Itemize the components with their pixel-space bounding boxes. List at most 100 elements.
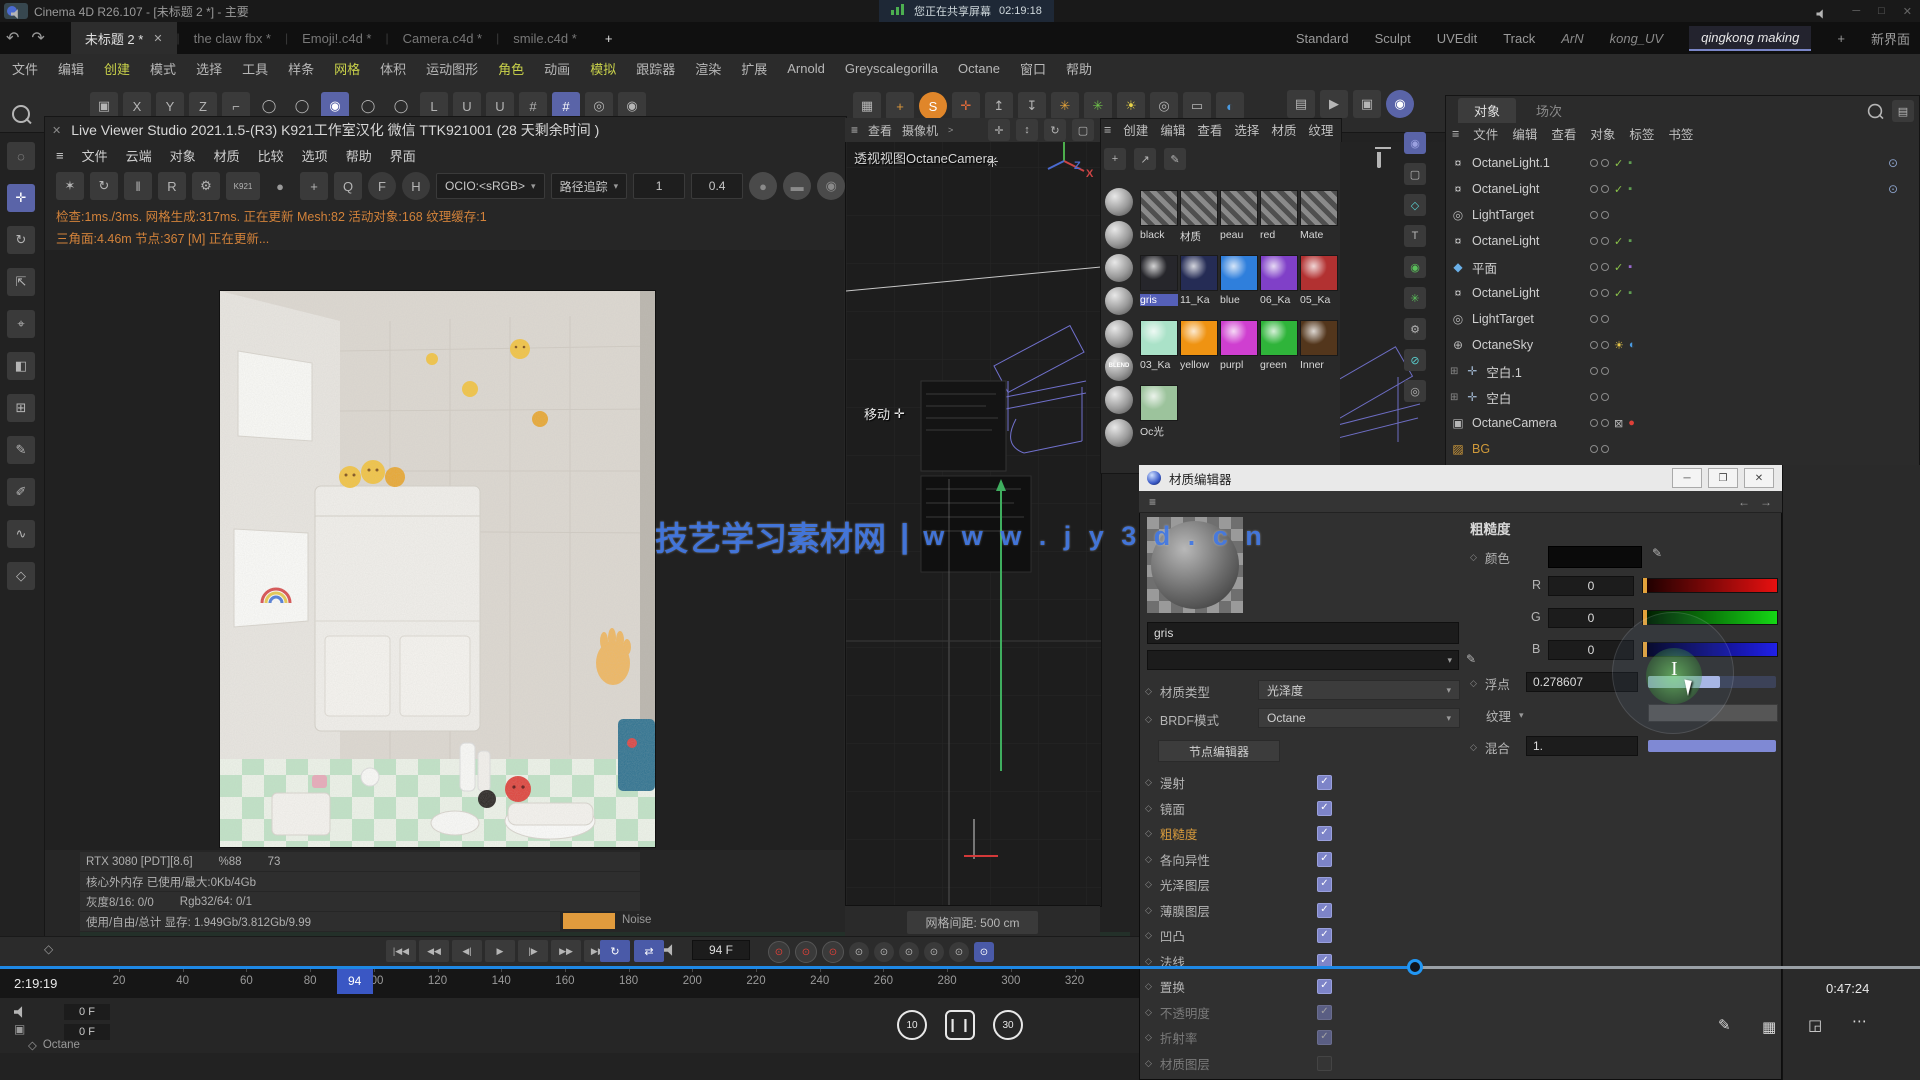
tab-document[interactable]: the claw fbx *	[180, 22, 285, 54]
tab-document[interactable]: Emoji!.c4d *	[288, 22, 385, 54]
channel-checkbox[interactable]: ✓	[1317, 775, 1332, 790]
pingpong-button[interactable]: ⇄	[634, 940, 664, 962]
material-item[interactable]: red	[1260, 190, 1298, 241]
screen-share-banner[interactable]: 您正在共享屏幕 02:19:18	[879, 0, 1054, 22]
material-sphere-icon[interactable]	[1105, 419, 1133, 447]
material-sphere-icon[interactable]	[1105, 320, 1133, 348]
window-controls[interactable]: ─□✕	[1852, 0, 1912, 22]
material-sphere-icon[interactable]	[1105, 188, 1133, 216]
deformer-icon[interactable]: ⊘	[1404, 349, 1426, 371]
object-row[interactable]: ¤OctaneLight✓▪⊙	[1450, 176, 1915, 202]
spline-tool-icon[interactable]: ∿	[7, 520, 35, 548]
om-menu-item[interactable]: 标签	[1629, 124, 1654, 143]
g-value-field[interactable]: 0	[1548, 608, 1634, 628]
move-tool-icon[interactable]: ✛	[7, 184, 35, 212]
brush-tool-icon[interactable]: ✐	[7, 478, 35, 506]
check-toggle-icon[interactable]: ✓	[1614, 261, 1623, 274]
menu-item[interactable]: 帮助	[1066, 59, 1092, 78]
samples-field[interactable]: 1	[633, 173, 685, 199]
r-value-field[interactable]: 0	[1548, 576, 1634, 596]
lv-menu-item[interactable]: 云端	[126, 146, 152, 165]
add-layout-button[interactable]: +	[1837, 31, 1845, 46]
export-icon[interactable]: ↥	[985, 92, 1013, 120]
object-row[interactable]: ⊕OctaneSky☀◐	[1450, 332, 1915, 358]
channel-checkbox[interactable]	[1317, 1056, 1332, 1071]
capsule-icon[interactable]: ◉	[1386, 90, 1414, 118]
material-item[interactable]: 06_Ka	[1260, 255, 1298, 306]
lv-menu-item[interactable]: 选项	[302, 146, 328, 165]
rings-icon[interactable]: ◎	[1150, 92, 1178, 120]
record-scale-button[interactable]: ⊙	[795, 941, 817, 963]
channel-checkbox[interactable]: ✓	[1317, 877, 1332, 892]
object-row[interactable]: ◆平面✓▪	[1450, 254, 1915, 280]
exposure-field[interactable]: 0.4	[691, 173, 743, 199]
target-circle-icon[interactable]: ⊙	[1888, 156, 1898, 170]
frame-icon[interactable]: ▢	[1072, 119, 1094, 141]
channel-row[interactable]: ◇凹凸✓	[1145, 923, 1465, 948]
channel-checkbox[interactable]: ✓	[1317, 801, 1332, 816]
object-row[interactable]: ¤OctaneLight.1✓▪⊙	[1450, 150, 1915, 176]
channel-row[interactable]: ◇材质图层	[1145, 1051, 1465, 1076]
renderer-status[interactable]: ◇Octane	[28, 1038, 80, 1052]
material-item[interactable]: purpl	[1220, 320, 1258, 371]
tab-document[interactable]: Camera.c4d *	[389, 22, 496, 54]
restore-icon[interactable]: ❐	[1708, 468, 1738, 488]
color-picker-icon[interactable]: ✎	[1652, 546, 1662, 560]
field-icon[interactable]: ◎	[1404, 380, 1426, 402]
bluesphere-icon[interactable]: ◐	[1216, 92, 1244, 120]
material-item[interactable]: 03_Ka	[1140, 320, 1178, 371]
channel-row[interactable]: ◇镜面✓	[1145, 796, 1465, 821]
cam-circle-icon[interactable]: ●	[749, 172, 777, 200]
display-icon[interactable]: ▣	[14, 1022, 25, 1036]
channel-row[interactable]: ◇粗糙度✓	[1145, 821, 1465, 846]
cube-icon[interactable]: ◇	[1404, 194, 1426, 216]
material-item[interactable]: Inner	[1300, 320, 1338, 371]
menu-item[interactable]: 样条	[288, 59, 314, 78]
channel-row[interactable]: ◇光泽图层✓	[1145, 872, 1465, 897]
region-icon[interactable]: R	[158, 172, 186, 200]
om-menu-item[interactable]: 对象	[1590, 124, 1615, 143]
back-icon[interactable]: ←	[1738, 495, 1750, 509]
polygon-tool-icon[interactable]: ◇	[7, 562, 35, 590]
card-icon[interactable]: ▭	[1183, 92, 1211, 120]
menu-item[interactable]: Octane	[958, 61, 1000, 76]
material-item[interactable]: peau	[1220, 190, 1258, 241]
menu-item[interactable]: 工具	[242, 59, 268, 78]
material-item[interactable]: gris	[1140, 255, 1178, 306]
lock-icon[interactable]: K921	[226, 172, 260, 200]
filter-icon[interactable]: ▤	[1892, 100, 1914, 122]
channel-checkbox[interactable]: ✓	[1317, 1030, 1332, 1045]
menu-item[interactable]: 选择	[196, 59, 222, 78]
gsg-plugin-icon[interactable]: ✳	[1051, 92, 1079, 120]
material-editor-window-buttons[interactable]: ─❐✕	[1672, 468, 1774, 488]
minimize-player-icon[interactable]: ◲	[1808, 1016, 1822, 1034]
viewport-menu-view[interactable]: 查看	[868, 122, 892, 139]
channel-checkbox[interactable]: ✓	[1317, 852, 1332, 867]
loop-button[interactable]: ↻	[600, 940, 630, 962]
menu-item[interactable]: 体积	[380, 59, 406, 78]
channel-row[interactable]: ◇折射率✓	[1145, 1025, 1465, 1050]
material-type-combo[interactable]: 光泽度▾	[1258, 680, 1460, 700]
menu-item[interactable]: 跟踪器	[636, 59, 675, 78]
material-item[interactable]: yellow	[1180, 320, 1218, 371]
mograph-icon[interactable]: ◉	[1404, 256, 1426, 278]
play-button[interactable]: ▶	[485, 940, 515, 962]
menu-item[interactable]: 运动图形	[426, 59, 478, 78]
record-pla-button[interactable]: ⊙	[874, 942, 894, 962]
ik-button[interactable]: ⊙	[949, 942, 969, 962]
material-sphere-icon[interactable]	[1105, 386, 1133, 414]
annotate-pencil-icon[interactable]: ✎	[1718, 1016, 1731, 1034]
object-row[interactable]: ¤OctaneLight✓▪	[1450, 280, 1915, 306]
sun-toggle-icon[interactable]: ☀	[1614, 339, 1624, 352]
next-key-button[interactable]: ▶▶	[551, 940, 581, 962]
material-item[interactable]: 11_Ka	[1180, 255, 1218, 306]
burger-icon[interactable]: ≡	[1149, 495, 1156, 509]
gsq-toggle-icon[interactable]: ▪	[1628, 183, 1632, 195]
menu-item[interactable]: 文件	[12, 59, 38, 78]
record-position-button[interactable]: ⊙	[768, 941, 790, 963]
tab-layout[interactable]: Track	[1503, 31, 1535, 46]
key-diamond-icon[interactable]: ◇	[44, 942, 53, 956]
rectangle-icon[interactable]: ▢	[1404, 163, 1426, 185]
menu-item[interactable]: 网格	[334, 59, 360, 78]
next-frame-button[interactable]: |▶	[518, 940, 548, 962]
